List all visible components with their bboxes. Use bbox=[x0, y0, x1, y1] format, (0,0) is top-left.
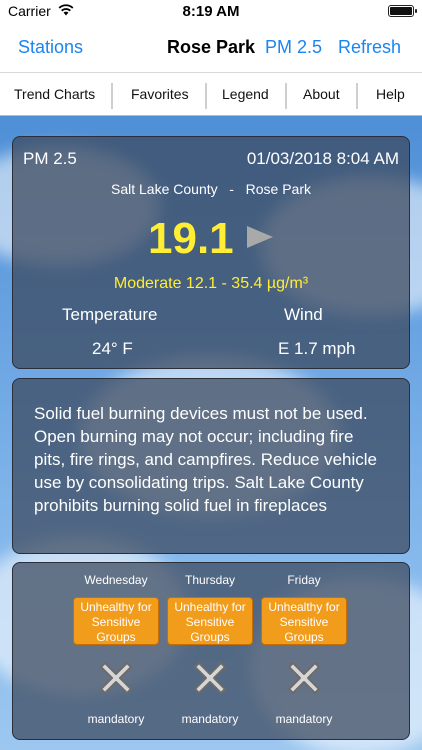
status-bar: Carrier 8:19 AM bbox=[0, 0, 422, 26]
no-burn-x-icon bbox=[194, 662, 226, 694]
tab-divider bbox=[111, 83, 113, 109]
temperature-value: 24° F bbox=[92, 339, 133, 358]
tab-divider bbox=[205, 83, 207, 109]
navigation-bar: Stations Rose Park PM 2.5 Refresh bbox=[0, 26, 422, 70]
reading-location: Salt Lake County - Rose Park bbox=[111, 181, 311, 197]
stations-button[interactable]: Stations bbox=[18, 37, 83, 58]
refresh-button[interactable]: Refresh bbox=[338, 37, 401, 58]
pm-value: 19.1 bbox=[148, 214, 234, 263]
forecast-level-badge: Unhealthy for Sensitive Groups bbox=[73, 597, 159, 645]
aqi-category: Moderate 12.1 - 35.4 µg/m³ bbox=[113, 275, 309, 292]
right-arrow-icon bbox=[247, 226, 273, 248]
forecast-day: Friday bbox=[287, 573, 321, 587]
no-burn-x-icon bbox=[100, 662, 132, 694]
tab-trend-charts[interactable]: Trend Charts bbox=[14, 86, 95, 102]
forecast-level-badge: Unhealthy for Sensitive Groups bbox=[167, 597, 253, 645]
tab-about[interactable]: About bbox=[303, 86, 340, 102]
no-burn-x-icon bbox=[288, 662, 320, 694]
forecast-level-badge: Unhealthy for Sensitive Groups bbox=[261, 597, 347, 645]
advisory-text: Solid fuel burning devices must not be u… bbox=[34, 404, 377, 515]
reading-datetime: 01/03/2018 8:04 AM bbox=[246, 149, 399, 168]
wind-label: Wind bbox=[284, 305, 323, 324]
forecast-day: Wednesday bbox=[84, 573, 148, 587]
wind-value: E 1.7 mph bbox=[278, 339, 356, 358]
forecast-action: mandatory bbox=[181, 712, 239, 726]
forecast-day: Thursday bbox=[184, 573, 236, 587]
forecast-action: mandatory bbox=[275, 712, 333, 726]
station-title: Rose Park bbox=[167, 37, 256, 57]
tab-divider bbox=[356, 83, 358, 109]
toolbar-tabs: Trend Charts Favorites Legend About Help bbox=[0, 72, 422, 116]
tab-favorites[interactable]: Favorites bbox=[131, 86, 189, 102]
pollutant-button[interactable]: PM 2.5 bbox=[265, 37, 322, 58]
tab-divider bbox=[285, 83, 287, 109]
tab-help[interactable]: Help bbox=[376, 86, 405, 102]
forecast-action: mandatory bbox=[87, 712, 145, 726]
battery-icon bbox=[388, 5, 417, 17]
clock: 8:19 AM bbox=[182, 3, 240, 20]
pollutant-label: PM 2.5 bbox=[23, 149, 77, 168]
temperature-label: Temperature bbox=[62, 305, 158, 324]
tab-legend[interactable]: Legend bbox=[222, 86, 269, 102]
